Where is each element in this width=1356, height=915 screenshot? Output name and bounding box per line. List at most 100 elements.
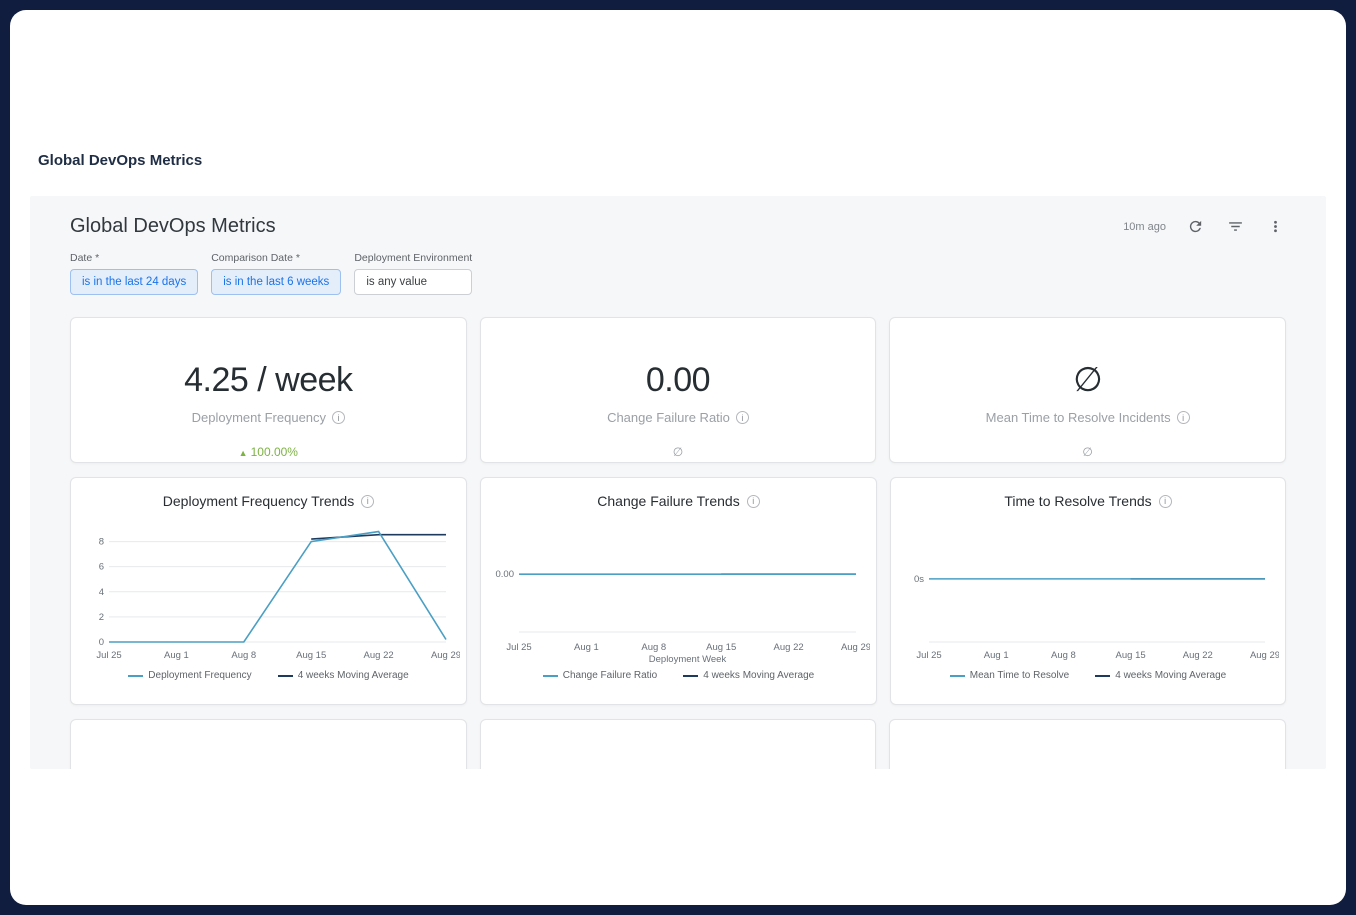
kpi-delta: ∅ [890,445,1285,459]
svg-text:2: 2 [99,612,104,623]
line-chart-svg: 0.00 Jul 25 Aug 1 Aug 8 Aug 15 Aug 22 Aug 29 De… [487,514,870,666]
legend-label: Change Failure Ratio [563,670,658,681]
kpi-card-partial: 0 [480,719,877,769]
info-icon[interactable] [332,411,345,424]
kpi-label: Mean Time to Resolve Incidents [890,410,1285,425]
line-chart-svg: 0s Jul 25 Aug 1 Aug 8 Aug 15 Aug 22 Aug 29 [897,514,1279,666]
svg-text:Aug 8: Aug 8 [1051,650,1076,661]
kpi-delta-text: ∅ [673,445,683,459]
kpi-value: 17 [71,762,466,769]
page-title: Global DevOps Metrics [38,152,1346,169]
info-icon[interactable] [747,495,760,508]
dashboard-controls: 10m ago [1123,216,1286,238]
refresh-icon[interactable] [1184,216,1206,238]
kpi-delta: ▲100.00% [71,445,466,459]
svg-text:Jul 25: Jul 25 [96,650,121,661]
kpi-card-mean-time-to-resolve: ∅ Mean Time to Resolve Incidents ∅ [889,317,1286,463]
svg-text:Aug 22: Aug 22 [364,650,394,661]
kpi-card-partial: 17 [70,719,467,769]
kpi-delta-text: ∅ [1082,445,1092,459]
kpi-card-change-failure-ratio: 0.00 Change Failure Ratio ∅ [480,317,877,463]
legend-item[interactable]: Deployment Frequency [128,670,251,681]
chart-title-row: Deployment Frequency Trends [71,478,466,512]
svg-text:6: 6 [99,562,104,573]
svg-text:Aug 8: Aug 8 [641,642,666,653]
filter-label-deployment-environment: Deployment Environment [354,252,472,264]
chart-card-time-to-resolve-trends: Time to Resolve Trends 0s Jul 25 Aug 1 Aug … [890,477,1286,705]
kpi-value: 0 [481,762,876,769]
legend-swatch [278,675,293,677]
chart-title: Change Failure Trends [597,493,739,509]
dashboard: Global DevOps Metrics 10m ago Date * is … [30,196,1326,769]
chart-legend: Deployment Frequency 4 weeks Moving Aver… [71,670,466,681]
svg-text:Aug 1: Aug 1 [984,650,1009,661]
legend-swatch [683,675,698,677]
line-chart-svg: 02468Jul 25Aug 1Aug 8Aug 15Aug 22Aug 29 [77,514,460,666]
line-chart: 0s Jul 25 Aug 1 Aug 8 Aug 15 Aug 22 Aug 29 [897,514,1279,666]
filter-chip-date[interactable]: is in the last 24 days [70,269,198,295]
kpi-delta-text: 100.00% [251,445,298,459]
legend-item[interactable]: 4 weeks Moving Average [278,670,409,681]
delta-up-icon: ▲ [239,448,248,458]
legend-label: Deployment Frequency [148,670,251,681]
info-icon[interactable] [361,495,374,508]
legend-swatch [1095,675,1110,677]
svg-text:Jul 25: Jul 25 [506,642,531,653]
legend-item[interactable]: 4 weeks Moving Average [683,670,814,681]
more-vert-icon[interactable] [1264,216,1286,238]
filter-label-comparison-date: Comparison Date * [211,252,341,264]
svg-text:Aug 22: Aug 22 [774,642,804,653]
filter-group-comparison-date: Comparison Date * is in the last 6 weeks [211,252,341,295]
kpi-label-text: Deployment Frequency [192,410,326,425]
chart-title-row: Time to Resolve Trends [891,478,1285,512]
info-icon[interactable] [736,411,749,424]
svg-text:0s: 0s [914,574,924,585]
legend-swatch [128,675,143,677]
info-icon[interactable] [1177,411,1190,424]
filter-group-deployment-environment: Deployment Environment is any value [354,252,472,295]
svg-text:Aug 1: Aug 1 [164,650,189,661]
info-icon[interactable] [1159,495,1172,508]
filter-label-date: Date * [70,252,198,264]
svg-text:Aug 15: Aug 15 [706,642,736,653]
filter-icon[interactable] [1224,216,1246,238]
svg-text:Jul 25: Jul 25 [916,650,941,661]
chart-row: Deployment Frequency Trends 02468Jul 25A… [70,477,1286,705]
legend-label: 4 weeks Moving Average [703,670,814,681]
chart-legend: Mean Time to Resolve 4 weeks Moving Aver… [891,670,1285,681]
svg-text:4: 4 [99,587,104,598]
legend-item[interactable]: 4 weeks Moving Average [1095,670,1226,681]
legend-label: 4 weeks Moving Average [1115,670,1226,681]
svg-text:Aug 15: Aug 15 [1116,650,1146,661]
dashboard-title: Global DevOps Metrics [70,215,276,238]
bottom-kpi-row: 17 0 110 [70,719,1286,769]
kpi-value: 110 [890,762,1285,769]
kpi-value: 4.25 / week [71,360,466,400]
legend-swatch [950,675,965,677]
kpi-label-text: Change Failure Ratio [607,410,730,425]
filter-chip-deployment-environment[interactable]: is any value [354,269,472,295]
svg-text:Aug 29: Aug 29 [1250,650,1279,661]
legend-swatch [543,675,558,677]
kpi-card-partial: 110 [889,719,1286,769]
svg-text:0.00: 0.00 [496,569,515,580]
chart-title-row: Change Failure Trends [481,478,876,512]
kpi-value: ∅ [890,360,1285,400]
svg-text:Aug 29: Aug 29 [431,650,460,661]
svg-text:Aug 22: Aug 22 [1183,650,1213,661]
legend-item[interactable]: Mean Time to Resolve [950,670,1070,681]
svg-text:8: 8 [99,537,104,548]
filter-group-date: Date * is in the last 24 days [70,252,198,295]
svg-text:Aug 8: Aug 8 [231,650,256,661]
legend-item[interactable]: Change Failure Ratio [543,670,658,681]
kpi-value: 0.00 [481,360,876,400]
dashboard-header: Global DevOps Metrics 10m ago [70,196,1286,244]
chart-card-change-failure-trends: Change Failure Trends 0.00 Jul 25 Aug 1 Aug… [480,477,877,705]
filter-chip-comparison-date[interactable]: is in the last 6 weeks [211,269,341,295]
svg-text:Aug 15: Aug 15 [296,650,326,661]
kpi-label: Deployment Frequency [71,410,466,425]
svg-text:Aug 1: Aug 1 [574,642,599,653]
chart-card-deployment-frequency-trends: Deployment Frequency Trends 02468Jul 25A… [70,477,467,705]
svg-text:Deployment Week: Deployment Week [649,654,727,665]
svg-text:Aug 29: Aug 29 [841,642,870,653]
